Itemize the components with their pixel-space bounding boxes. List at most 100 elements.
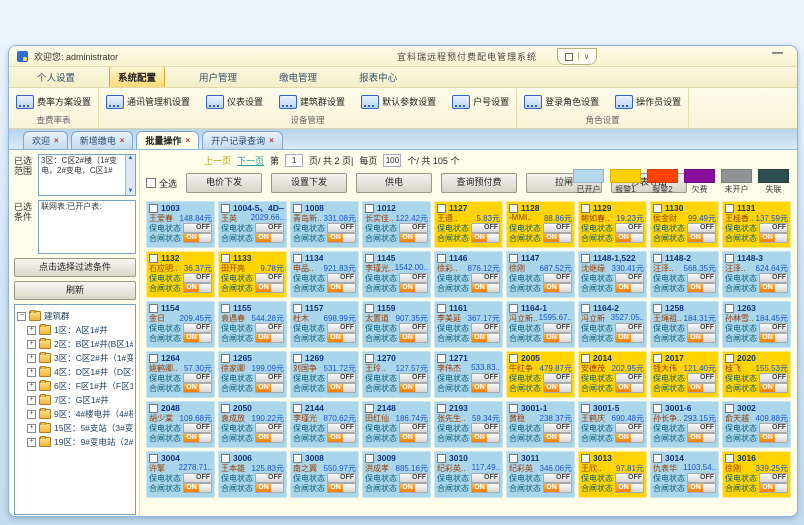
meter-card[interactable]: 2005牛红争479.87元保电状态OFF合闸状态ON [506,351,575,398]
keep-power-toggle[interactable]: OFF [471,323,500,333]
tree-item[interactable]: +1区：A区1#井 [17,324,133,336]
meter-card[interactable]: 3014仇表华1103.54..保电状态OFF合闸状态ON [650,451,719,498]
meter-checkbox[interactable] [509,404,518,413]
refresh-button[interactable]: 刷新 [14,281,136,300]
meter-card[interactable]: 1161李美延367.17元保电状态OFF合闸状态ON [434,301,503,348]
tree-item[interactable]: +3区：C区2#井（1#变… [17,352,133,364]
switch-state-toggle[interactable]: ON [255,233,284,243]
meter-checkbox[interactable] [293,454,302,463]
meter-card[interactable]: 1004-5、4D—王英2029.66..保电状态OFF合闸状态ON [218,201,287,248]
switch-state-toggle[interactable]: ON [687,433,716,443]
meter-card[interactable]: 1269刘国争531.72元保电状态OFF合闸状态ON [290,351,359,398]
switch-state-toggle[interactable]: ON [759,233,788,243]
meter-card[interactable]: 1270王玲..127.57元保电状态OFF合闸状态ON [362,351,431,398]
keep-power-toggle[interactable]: OFF [399,423,428,433]
switch-state-toggle[interactable]: ON [183,333,212,343]
switch-state-toggle[interactable]: ON [255,283,284,293]
switch-state-toggle[interactable]: ON [183,283,212,293]
tree-item[interactable]: +6区：F区1#井（F区1#… [17,380,133,392]
keep-power-toggle[interactable]: OFF [255,273,284,283]
meter-checkbox[interactable] [509,254,518,263]
meter-card[interactable]: 1159太置道907.35元保电状态OFF合闸状态ON [362,301,431,348]
choose-filter-button[interactable]: 点击选择过滤条件 [14,258,136,277]
keep-power-toggle[interactable]: OFF [255,373,284,383]
switch-state-toggle[interactable]: ON [759,433,788,443]
meter-checkbox[interactable] [509,304,518,313]
keep-power-toggle[interactable]: OFF [543,223,572,233]
page-number-input[interactable]: 1 [285,154,303,167]
meter-checkbox[interactable] [725,404,734,413]
meter-card[interactable]: 3004许擎2278.71..保电状态OFF合闸状态ON [146,451,215,498]
switch-state-toggle[interactable]: ON [687,283,716,293]
ribbon-button-户号设置[interactable]: 户号设置 [449,93,512,111]
action-button-设置下发[interactable]: 设置下发 [271,173,347,193]
meter-card[interactable]: 1148-1,522沈继缘330.41元保电状态OFF合闸状态ON [578,251,647,298]
meter-checkbox[interactable] [581,204,590,213]
meter-card[interactable]: 1148-3汪泽..624.64元保电状态OFF合闸状态ON [722,251,791,298]
keep-power-toggle[interactable]: OFF [687,323,716,333]
keep-power-toggle[interactable]: OFF [399,273,428,283]
select-all-checkbox[interactable] [146,178,156,188]
meter-card[interactable]: 1148-2汪泽..568.35元保电状态OFF合闸状态ON [650,251,719,298]
meter-card[interactable]: 1128-MMI..88.86元保电状态OFF合闸状态ON [506,201,575,248]
meter-card[interactable]: 2014安德茂202.95元保电状态OFF合闸状态ON [578,351,647,398]
meter-card[interactable]: 1131王桂香..137.59元保电状态OFF合闸状态ON [722,201,791,248]
meter-checkbox[interactable] [221,354,230,363]
meter-card[interactable]: 3006王本雄125.83元保电状态OFF合闸状态ON [218,451,287,498]
meter-checkbox[interactable] [581,254,590,263]
ribbon-button-登录角色设置[interactable]: 登录角色设置 [521,93,602,111]
meter-card[interactable]: 1134申品..921.83元保电状态OFF合闸状态ON [290,251,359,298]
meter-checkbox[interactable] [293,404,302,413]
keep-power-toggle[interactable]: OFF [687,423,716,433]
meter-checkbox[interactable] [293,204,302,213]
keep-power-toggle[interactable]: OFF [759,473,788,483]
switch-state-toggle[interactable]: ON [615,283,644,293]
meter-card[interactable]: 3010纪彩英..117.49..保电状态OFF合闸状态ON [434,451,503,498]
meter-card[interactable]: 2148田红仙186.74元保电状态OFF合闸状态ON [362,401,431,448]
keep-power-toggle[interactable]: OFF [327,273,356,283]
meter-card[interactable]: 3013王欣..97.81元保电状态OFF合闸状态ON [578,451,647,498]
meter-checkbox[interactable] [509,454,518,463]
meter-checkbox[interactable] [437,454,446,463]
meter-card[interactable]: 2050袁成放190.22元保电状态OFF合闸状态ON [218,401,287,448]
keep-power-toggle[interactable]: OFF [255,423,284,433]
action-button-供电[interactable]: 供电 [356,173,432,193]
keep-power-toggle[interactable]: OFF [687,473,716,483]
meter-checkbox[interactable] [653,454,662,463]
meter-card[interactable]: 1130侯金财99.49元保电状态OFF合闸状态ON [650,201,719,248]
switch-state-toggle[interactable]: ON [759,283,788,293]
keep-power-toggle[interactable]: OFF [183,423,212,433]
expand-icon[interactable]: + [27,326,36,335]
switch-state-toggle[interactable]: ON [183,233,212,243]
doc-tab-开户记录查询[interactable]: 开户记录查询× [202,131,283,149]
keep-power-toggle[interactable]: OFF [327,473,356,483]
switch-state-toggle[interactable]: ON [255,433,284,443]
keep-power-toggle[interactable]: OFF [543,373,572,383]
switch-state-toggle[interactable]: ON [759,333,788,343]
keep-power-toggle[interactable]: OFF [471,373,500,383]
switch-state-toggle[interactable]: ON [615,333,644,343]
ribbon-button-默认参数设置[interactable]: 默认参数设置 [358,93,439,111]
ribbon-button-操作员设置[interactable]: 操作员设置 [612,93,684,111]
close-icon[interactable]: × [185,137,190,145]
keep-power-toggle[interactable]: OFF [615,423,644,433]
switch-state-toggle[interactable]: ON [255,333,284,343]
switch-state-toggle[interactable]: ON [327,483,356,493]
switch-state-toggle[interactable]: ON [183,433,212,443]
switch-state-toggle[interactable]: ON [399,233,428,243]
switch-state-toggle[interactable]: ON [759,483,788,493]
keep-power-toggle[interactable]: OFF [183,373,212,383]
keep-power-toggle[interactable]: OFF [687,373,716,383]
tree-item[interactable]: +9区：4#楼电井（4#楼… [17,408,133,420]
meter-card[interactable]: 2048胡少棠109.68元保电状态OFF合闸状态ON [146,401,215,448]
scroll-up-icon[interactable]: ▲ [128,155,134,162]
expand-icon[interactable]: + [27,354,36,363]
keep-power-toggle[interactable]: OFF [615,273,644,283]
keep-power-toggle[interactable]: OFF [399,373,428,383]
menu-tab-用户管理[interactable]: 用户管理 [191,67,245,87]
meter-checkbox[interactable] [149,204,158,213]
doc-tab-新增缴电[interactable]: 新增缴电× [71,131,134,149]
switch-state-toggle[interactable]: ON [327,333,356,343]
switch-state-toggle[interactable]: ON [255,483,284,493]
ribbon-button-通讯管理机设置[interactable]: 通讯管理机设置 [103,93,193,111]
